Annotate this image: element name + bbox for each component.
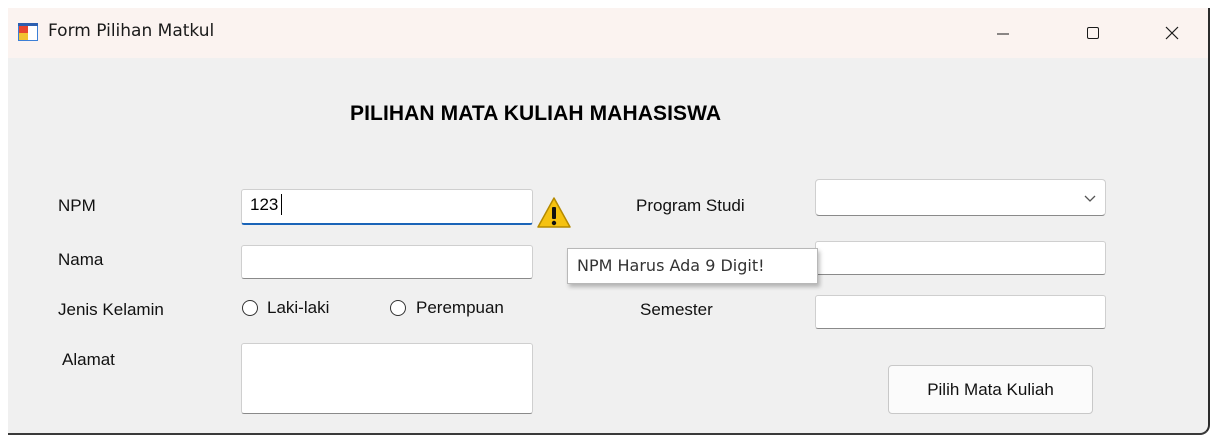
close-button[interactable]: [1149, 8, 1195, 58]
minimize-icon: [997, 33, 1009, 35]
title-bar[interactable]: Form Pilihan Matkul: [8, 8, 1208, 58]
close-icon: [1165, 26, 1179, 40]
nama-input[interactable]: [241, 245, 533, 279]
program-studi-select[interactable]: [815, 179, 1106, 216]
validation-tooltip: NPM Harus Ada 9 Digit!: [567, 248, 818, 284]
jenis-kelamin-label: Jenis Kelamin: [58, 300, 164, 319]
form-window: Form Pilihan Matkul PILIHAN MATA KULIAH …: [8, 8, 1210, 435]
semester-label: Semester: [640, 300, 713, 319]
radio-laki-laki[interactable]: [242, 300, 258, 316]
radio-perempuan[interactable]: [390, 300, 406, 316]
windows-form-icon: [18, 23, 38, 41]
maximize-button[interactable]: [1070, 8, 1116, 58]
alamat-label: Alamat: [62, 350, 115, 369]
field-input-behind-tooltip[interactable]: [815, 241, 1106, 275]
pilih-mata-kuliah-button[interactable]: Pilih Mata Kuliah: [888, 365, 1093, 414]
minimize-button[interactable]: [980, 8, 1026, 58]
radio-laki-laki-label[interactable]: Laki-laki: [267, 298, 329, 318]
form-heading: PILIHAN MATA KULIAH MAHASISWA: [350, 102, 722, 125]
semester-input[interactable]: [815, 295, 1106, 329]
window-title: Form Pilihan Matkul: [48, 21, 215, 41]
alamat-textarea[interactable]: [241, 343, 533, 414]
radio-perempuan-label[interactable]: Perempuan: [416, 298, 504, 318]
text-caret: [281, 194, 282, 215]
maximize-icon: [1087, 27, 1099, 39]
nama-label: Nama: [58, 250, 104, 269]
npm-input[interactable]: 123: [241, 189, 533, 225]
npm-label: NPM: [58, 196, 96, 215]
program-studi-label: Program Studi: [636, 196, 745, 215]
chevron-down-icon: [1084, 195, 1096, 202]
warning-icon: [537, 197, 571, 228]
npm-value: 123: [250, 195, 279, 214]
